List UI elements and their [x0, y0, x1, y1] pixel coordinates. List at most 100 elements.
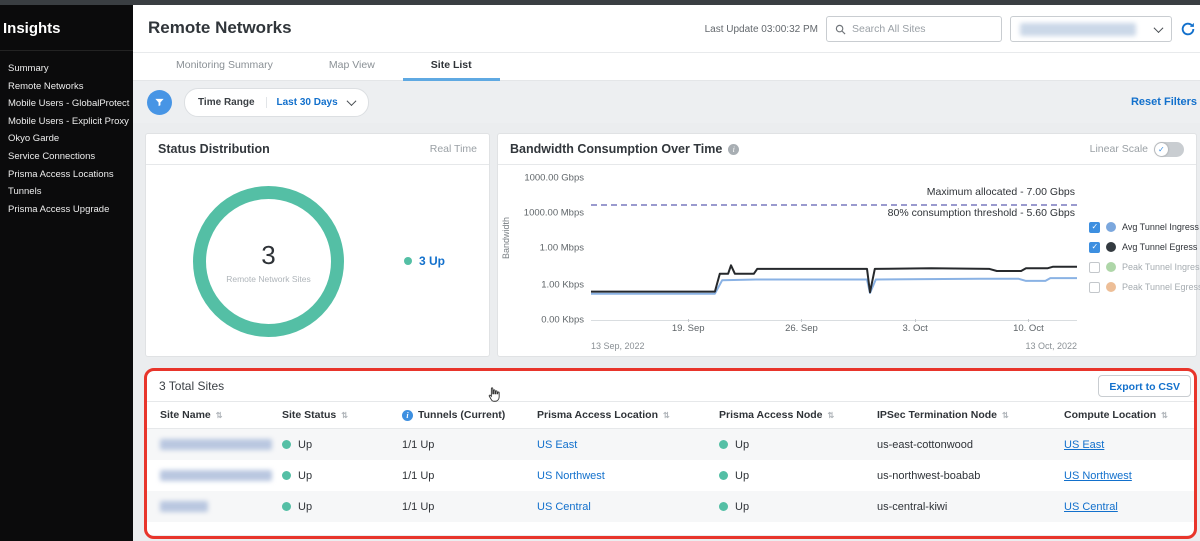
sidebar-item-service-connections[interactable]: Service Connections [8, 148, 133, 166]
refresh-icon[interactable] [1180, 21, 1196, 37]
filter-bar: Time Range Last 30 Days Reset Filters [133, 81, 1200, 123]
site-status-cell: Up [282, 501, 402, 513]
sidebar-item-mobile-users-globalprotect[interactable]: Mobile Users - GlobalProtect [8, 95, 133, 113]
series-color-dot [1106, 242, 1116, 252]
prisma-access-location-link[interactable]: US East [537, 439, 577, 451]
status-card-title: Status Distribution [158, 142, 270, 156]
export-to-csv-button[interactable]: Export to CSV [1098, 375, 1191, 397]
status-legend-label: 3 Up [419, 254, 445, 268]
real-time-label: Real Time [430, 143, 477, 155]
header-controls: Last Update 03:00:32 PM Search All Sites [705, 16, 1196, 42]
site-status-cell: Up [282, 470, 402, 482]
bandwidth-card-header: Bandwidth Consumption Over Time i Linear… [498, 134, 1196, 165]
checkbox[interactable] [1089, 262, 1100, 273]
column-ipsec-termination-node[interactable]: IPSec Termination Node⇅ [877, 409, 1064, 421]
site-name-redacted-link[interactable] [160, 501, 208, 512]
column-site-name[interactable]: Site Name⇅ [160, 409, 282, 421]
bandwidth-card-title: Bandwidth Consumption Over Time [510, 142, 722, 156]
up-status-dot [719, 502, 728, 511]
tab-monitoring-summary[interactable]: Monitoring Summary [148, 53, 301, 81]
y-tick: 1000.00 Mbps [524, 208, 584, 219]
site-name-redacted-link[interactable] [160, 470, 272, 481]
sidebar-item-mobile-users-explicit-proxy[interactable]: Mobile Users - Explicit Proxy [8, 113, 133, 131]
sidebar-item-prisma-access-locations[interactable]: Prisma Access Locations [8, 166, 133, 184]
y-tick: 1000.00 Gbps [524, 173, 584, 184]
tunnels-cell: 1/1 Up [402, 439, 537, 451]
column-compute-location[interactable]: Compute Location⇅ [1064, 409, 1194, 421]
sort-icon: ⇅ [828, 411, 835, 420]
legend-avg-tunnel-ingress[interactable]: Avg Tunnel Ingress [1089, 217, 1195, 237]
linear-scale-label: Linear Scale [1090, 143, 1148, 155]
table-row: Up 1/1 Up US Central Up us-central-kiwi … [147, 491, 1194, 522]
tunnels-cell: 1/1 Up [402, 501, 537, 513]
reset-filters-button[interactable]: Reset Filters [1131, 96, 1197, 108]
legend-peak-tunnel-egress[interactable]: Peak Tunnel Egress [1089, 277, 1195, 297]
y-tick: 1.00 Kbps [541, 280, 584, 291]
bandwidth-card: Bandwidth Consumption Over Time i Linear… [497, 133, 1197, 357]
search-input[interactable]: Search All Sites [826, 16, 1002, 42]
sidebar-item-okyo-garde[interactable]: Okyo Garde [8, 130, 133, 148]
up-status-dot [282, 471, 291, 480]
column-prisma-access-location[interactable]: Prisma Access Location⇅ [537, 409, 719, 421]
sidebar-item-prisma-access-upgrade[interactable]: Prisma Access Upgrade [8, 201, 133, 219]
funnel-icon [154, 97, 165, 108]
checkbox[interactable] [1089, 222, 1100, 233]
sites-table-card: 3 Total Sites Export to CSV Site Name⇅ S… [147, 371, 1194, 535]
x-tick: 19. Sep [672, 323, 705, 334]
site-name-redacted-link[interactable] [160, 439, 272, 450]
compute-location-link[interactable]: US Central [1064, 501, 1118, 513]
chevron-down-icon [1154, 23, 1164, 33]
bandwidth-plot: Maximum allocated - 7.00 Gbps 80% consum… [591, 178, 1077, 321]
app-window: Insights Summary Remote Networks Mobile … [0, 0, 1200, 541]
prisma-access-node-cell: Up [719, 439, 877, 451]
checkbox[interactable] [1089, 242, 1100, 253]
x-tick-mark [915, 319, 916, 322]
tenant-dropdown[interactable] [1010, 16, 1172, 42]
series-color-dot [1106, 222, 1116, 232]
time-range-filter[interactable]: Time Range Last 30 Days [184, 88, 369, 117]
series-color-dot [1106, 282, 1116, 292]
bandwidth-legend: Avg Tunnel Ingress Avg Tunnel Egress Pea… [1089, 217, 1195, 297]
info-icon[interactable]: i [728, 144, 739, 155]
main-area: Remote Networks Last Update 03:00:32 PM … [133, 5, 1200, 541]
toggle-knob [1155, 143, 1168, 156]
compute-location-link[interactable]: US Northwest [1064, 470, 1132, 482]
sidebar-item-tunnels[interactable]: Tunnels [8, 183, 133, 201]
tab-site-list[interactable]: Site List [403, 53, 500, 81]
sort-icon: ⇅ [216, 411, 223, 420]
mouse-cursor-icon [485, 386, 502, 403]
filter-button[interactable] [147, 90, 172, 115]
checkbox[interactable] [1089, 282, 1100, 293]
legend-avg-tunnel-egress[interactable]: Avg Tunnel Egress [1089, 237, 1195, 257]
column-prisma-access-node[interactable]: Prisma Access Node⇅ [719, 409, 877, 421]
sidebar-item-remote-networks[interactable]: Remote Networks [8, 78, 133, 96]
x-tick: 10. Oct [1013, 323, 1044, 334]
site-count-label: Remote Network Sites [226, 274, 311, 284]
up-status-dot [282, 502, 291, 511]
y-tick: 1.00 Mbps [540, 243, 584, 254]
x-tick-mark [1028, 319, 1029, 322]
status-card-header: Status Distribution Real Time [146, 134, 489, 165]
legend-peak-tunnel-ingress[interactable]: Peak Tunnel Ingress [1089, 257, 1195, 277]
column-site-status[interactable]: Site Status⇅ [282, 409, 402, 421]
status-card-body: 3 Remote Network Sites 3 Up [146, 165, 489, 357]
x-axis-range: 13 Sep, 2022 13 Oct, 2022 [591, 341, 1077, 351]
prisma-access-location-link[interactable]: US Northwest [537, 470, 605, 482]
column-tunnels-current[interactable]: iTunnels (Current) [402, 409, 537, 421]
x-tick-mark [688, 319, 689, 322]
tab-map-view[interactable]: Map View [301, 53, 403, 81]
range-end: 13 Oct, 2022 [1025, 341, 1077, 351]
sort-icon: ⇅ [1161, 411, 1168, 420]
status-legend-item[interactable]: 3 Up [404, 254, 445, 268]
sort-icon: ⇅ [1002, 411, 1009, 420]
compute-location-link[interactable]: US East [1064, 439, 1104, 451]
linear-scale-toggle[interactable] [1154, 142, 1184, 157]
table-row: Up 1/1 Up US Northwest Up us-northwest-b… [147, 460, 1194, 491]
up-status-dot [282, 440, 291, 449]
prisma-access-location-link[interactable]: US Central [537, 501, 591, 513]
table-row: Up 1/1 Up US East Up us-east-cottonwood … [147, 429, 1194, 460]
sidebar-item-summary[interactable]: Summary [8, 60, 133, 78]
range-start: 13 Sep, 2022 [591, 341, 645, 351]
site-count: 3 [261, 240, 275, 271]
ipsec-termination-node-cell: us-central-kiwi [877, 501, 1064, 513]
